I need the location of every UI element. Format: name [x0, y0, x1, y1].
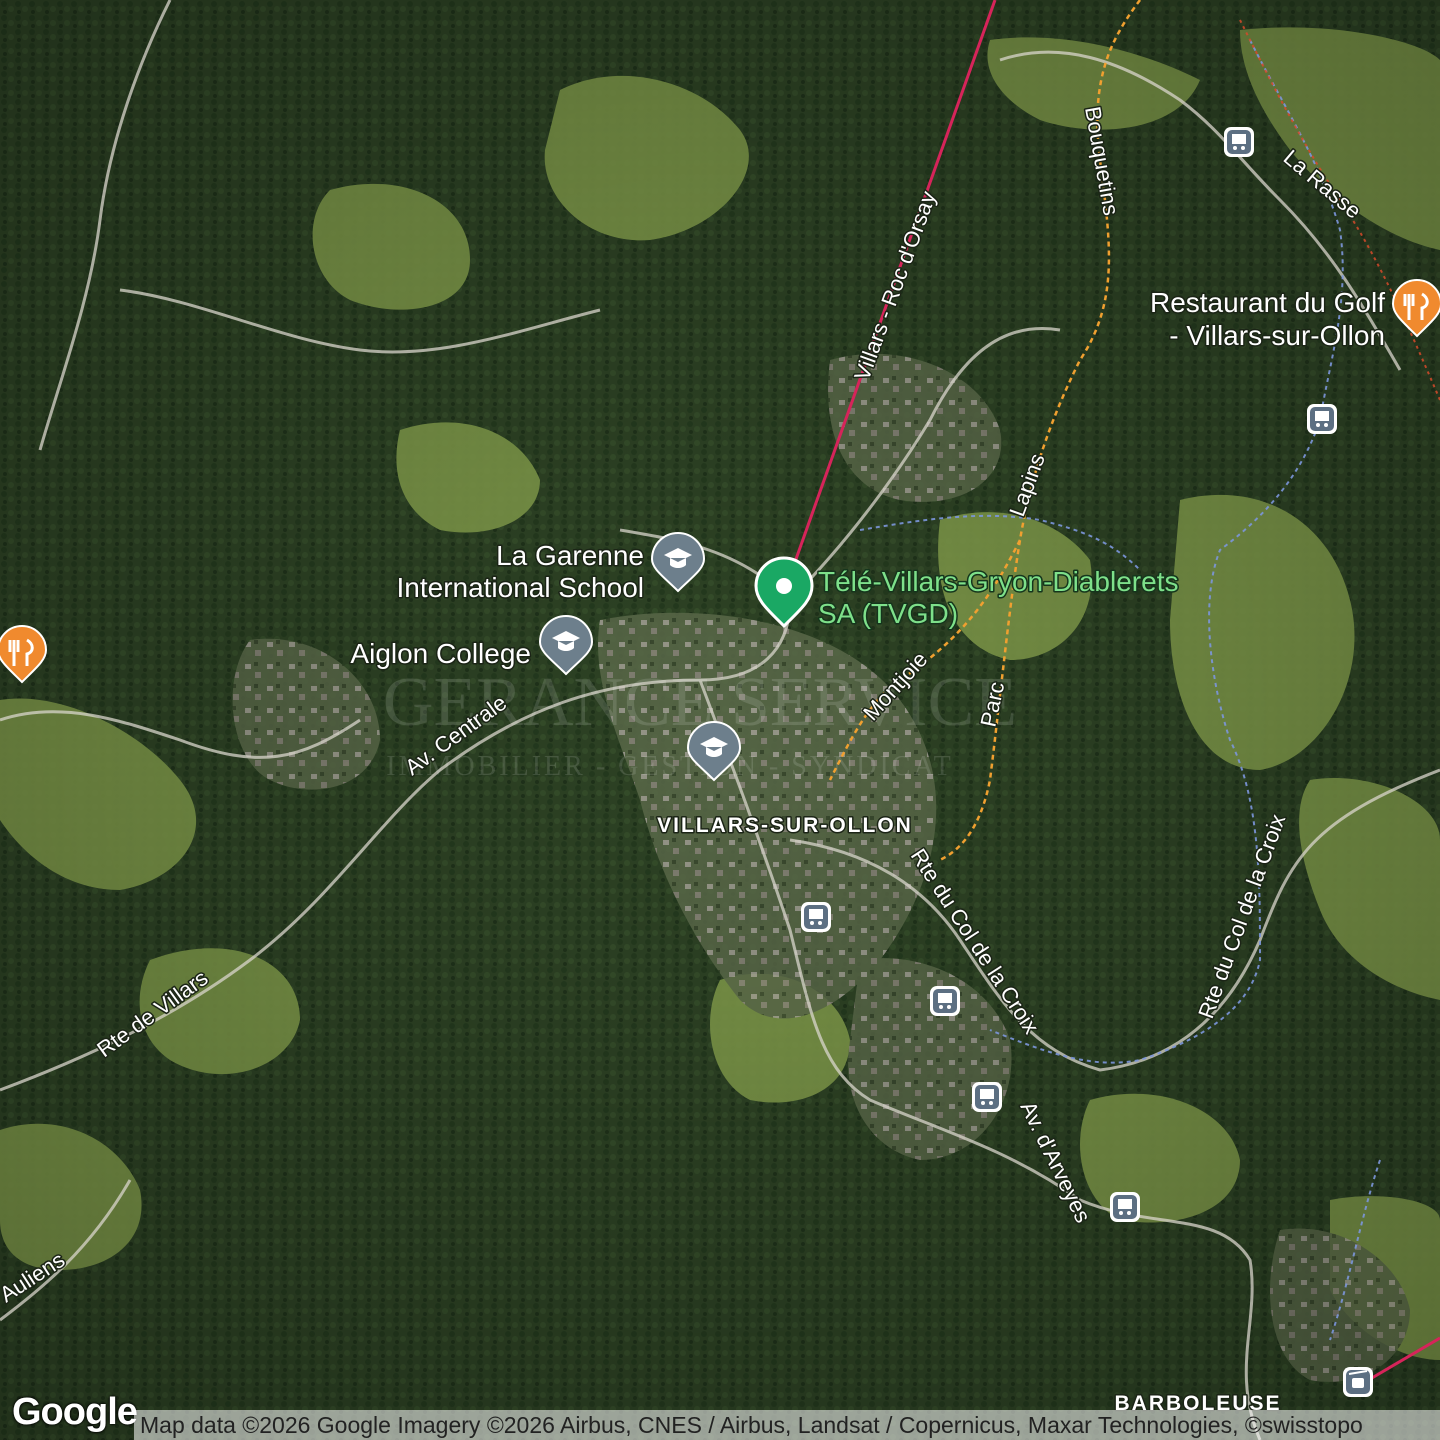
bus-stop-icon[interactable] [1224, 127, 1254, 157]
poi-label-la-garenne-line1[interactable]: La Garenne [495, 539, 646, 573]
bus-stop-icon[interactable] [1110, 1192, 1140, 1222]
place-label-villars-sur-ollon: VILLARS-SUR-OLLON [657, 814, 913, 837]
map-attribution[interactable]: Map data ©2026 Google Imagery ©2026 Airb… [134, 1410, 1440, 1440]
bus-stop-icon[interactable] [930, 986, 960, 1016]
poi-label-restaurant-golf-line1[interactable]: Restaurant du Golf [1148, 286, 1386, 320]
poi-label-la-garenne-line2[interactable]: International School [395, 571, 646, 605]
bus-stop-icon[interactable] [972, 1082, 1002, 1112]
poi-label-aiglon-college[interactable]: Aiglon College [349, 637, 533, 671]
bus-stop-icon[interactable] [1307, 404, 1337, 434]
google-logo: Google [12, 1391, 138, 1433]
poi-label-tvgd-line1[interactable]: Télé-Villars-Gryon-Diablerets [817, 565, 1180, 599]
satellite-map[interactable]: GERANCE SERVICE IMMOBILIER - GESTION - S… [0, 0, 1440, 1440]
cable-car-icon[interactable] [1343, 1367, 1373, 1397]
bus-stop-icon[interactable] [801, 902, 831, 932]
watermark-subtitle: IMMOBILIER - GESTION - SYNDICAT [386, 751, 953, 782]
poi-label-tvgd-line2[interactable]: SA (TVGD) [817, 597, 960, 631]
poi-label-restaurant-golf-line2[interactable]: - Villars-sur-Ollon [1168, 319, 1387, 353]
